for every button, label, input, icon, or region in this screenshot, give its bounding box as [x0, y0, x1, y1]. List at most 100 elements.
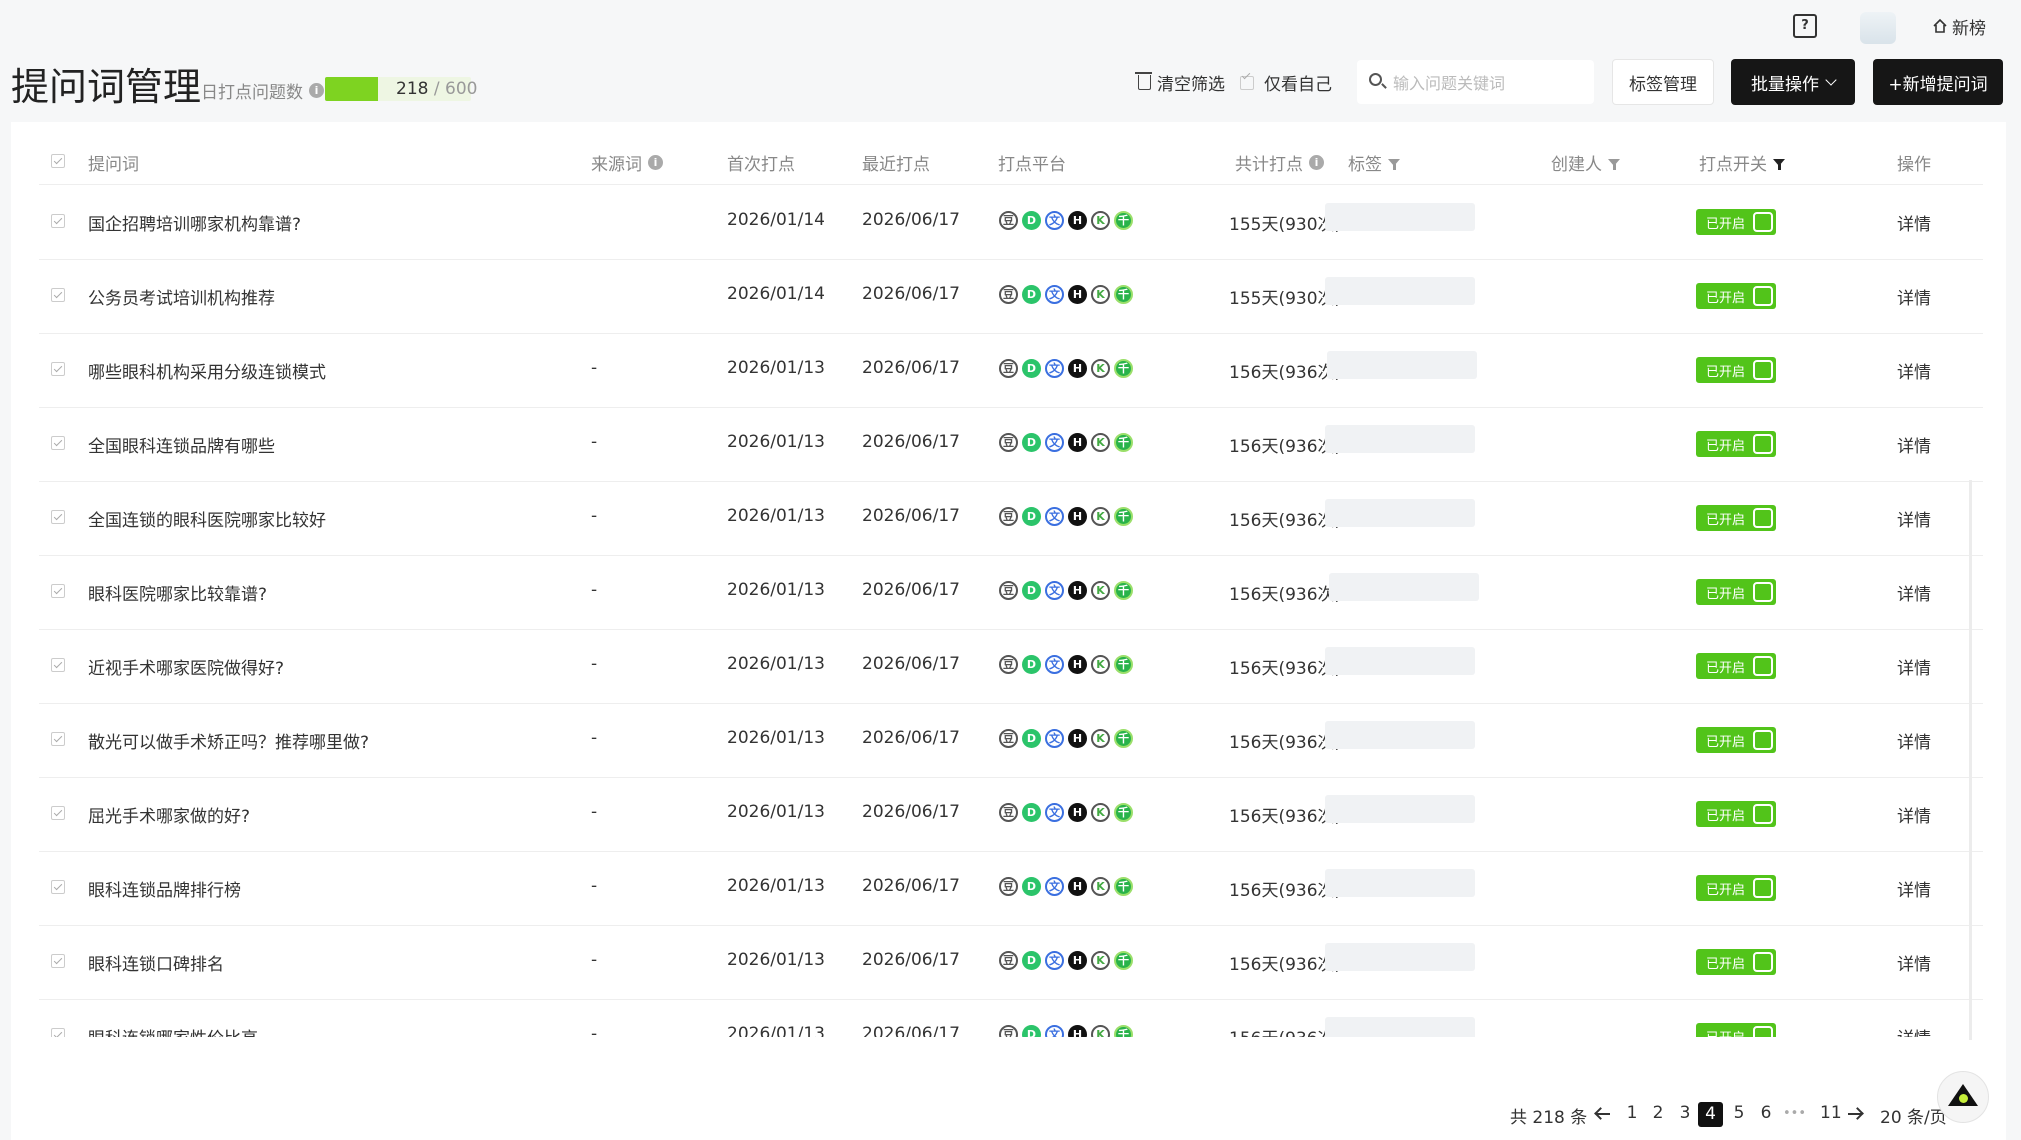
page-3[interactable]: 3 [1678, 1103, 1692, 1123]
detail-link[interactable]: 详情 [1897, 284, 1931, 309]
table-scrollbar[interactable] [1969, 480, 1972, 1040]
row-checkbox[interactable] [51, 954, 65, 968]
tag-cell [1329, 573, 1479, 601]
add-question-button[interactable]: +新增提问词 [1873, 59, 2003, 105]
question-text[interactable]: 近视手术哪家医院做得好? [88, 654, 284, 679]
home-link[interactable]: 新榜 [1932, 14, 1986, 39]
source-word: - [591, 506, 598, 526]
detail-link[interactable]: 详情 [1897, 728, 1931, 753]
page-1[interactable]: 1 [1625, 1103, 1639, 1123]
row-checkbox[interactable] [51, 658, 65, 672]
col-last-hit: 最近打点 [862, 155, 930, 175]
question-text[interactable]: 全国连锁的眼科医院哪家比较好 [88, 506, 326, 531]
filter-icon[interactable] [1388, 159, 1400, 170]
row-checkbox[interactable] [51, 436, 65, 450]
row-checkbox[interactable] [51, 1028, 65, 1037]
search-input[interactable] [1391, 70, 1585, 96]
platform-icons: 豆D文HK千 [999, 729, 1133, 748]
row-checkbox[interactable] [51, 584, 65, 598]
hit-switch-toggle[interactable]: 已开启 [1696, 949, 1776, 975]
toggle-knob [1753, 582, 1773, 602]
detail-link[interactable]: 详情 [1897, 1024, 1931, 1037]
next-page-icon[interactable] [1848, 1113, 1862, 1115]
page-4-current[interactable]: 4 [1698, 1102, 1723, 1127]
page-5[interactable]: 5 [1732, 1103, 1746, 1123]
hit-switch-toggle[interactable]: 已开启 [1696, 875, 1776, 901]
info-icon[interactable]: i [1309, 155, 1324, 170]
page-last[interactable]: 11 [1820, 1103, 1842, 1123]
detail-link[interactable]: 详情 [1897, 802, 1931, 827]
total-hits: 156天(936次) [1229, 585, 1342, 605]
checkbox-icon[interactable] [1240, 75, 1254, 90]
info-icon[interactable]: i [648, 155, 663, 170]
feedback-icon[interactable]: ? [1793, 14, 1817, 38]
question-text[interactable]: 散光可以做手术矫正吗？推荐哪里做? [88, 728, 369, 753]
hit-switch-toggle[interactable]: 已开启 [1696, 505, 1776, 531]
hit-switch-toggle[interactable]: 已开启 [1696, 727, 1776, 753]
tag-management-button[interactable]: 标签管理 [1612, 59, 1714, 105]
detail-link[interactable]: 详情 [1897, 876, 1931, 901]
row-checkbox[interactable] [51, 732, 65, 746]
hit-switch-toggle[interactable]: 已开启 [1696, 431, 1776, 457]
row-checkbox[interactable] [51, 362, 65, 376]
avatar[interactable] [1860, 12, 1896, 44]
info-icon[interactable]: i [309, 83, 324, 98]
page-2[interactable]: 2 [1651, 1103, 1665, 1123]
question-text[interactable]: 公务员考试培训机构推荐 [88, 284, 275, 309]
row-checkbox[interactable] [51, 510, 65, 524]
hit-switch-toggle[interactable]: 已开启 [1696, 209, 1776, 235]
hit-switch-toggle[interactable]: 已开启 [1696, 653, 1776, 679]
only-mine-checkbox[interactable]: 仅看自己 [1240, 70, 1332, 95]
back-to-top-button[interactable] [1937, 1071, 1989, 1123]
last-hit-date: 2026/06/17 [862, 210, 960, 230]
detail-link[interactable]: 详情 [1897, 580, 1931, 605]
hit-switch-toggle[interactable]: 已开启 [1696, 1023, 1776, 1037]
hit-switch-toggle[interactable]: 已开启 [1696, 801, 1776, 827]
filter-icon[interactable] [1608, 159, 1620, 170]
page-size-select[interactable]: 20 条/页 [1880, 1103, 1947, 1128]
batch-actions-button[interactable]: 批量操作 [1731, 59, 1855, 105]
last-hit-date: 2026/06/17 [862, 580, 960, 600]
question-text[interactable]: 眼科医院哪家比较靠谱? [88, 580, 267, 605]
detail-link[interactable]: 详情 [1897, 432, 1931, 457]
hit-switch-toggle[interactable]: 已开启 [1696, 283, 1776, 309]
page-ellipsis[interactable]: ••• [1783, 1106, 1806, 1121]
last-hit-date: 2026/06/17 [862, 728, 960, 748]
col-creator: 创建人 [1551, 150, 1620, 175]
question-text[interactable]: 眼科连锁哪家性价比高 [88, 1024, 258, 1037]
col-first-hit: 首次打点 [727, 155, 795, 175]
hit-switch-toggle[interactable]: 已开启 [1696, 579, 1776, 605]
filter-active-icon[interactable] [1773, 159, 1785, 170]
row-checkbox[interactable] [51, 880, 65, 894]
tag-cell [1325, 203, 1475, 231]
question-text[interactable]: 屈光手术哪家做的好? [88, 802, 250, 827]
page-6[interactable]: 6 [1759, 1103, 1773, 1123]
select-all-checkbox[interactable] [51, 154, 65, 168]
question-text[interactable]: 哪些眼科机构采用分级连锁模式 [88, 358, 326, 383]
qwen-icon: 千 [1114, 951, 1133, 970]
trash-icon [1135, 72, 1152, 90]
clear-filters-button[interactable]: 清空筛选 [1135, 70, 1225, 95]
detail-link[interactable]: 详情 [1897, 358, 1931, 383]
deepseek-icon: D [1022, 803, 1041, 822]
toggle-knob [1753, 434, 1773, 454]
row-checkbox[interactable] [51, 288, 65, 302]
tag-cell [1325, 647, 1475, 675]
row-checkbox[interactable] [51, 214, 65, 228]
detail-link[interactable]: 详情 [1897, 506, 1931, 531]
detail-link[interactable]: 详情 [1897, 654, 1931, 679]
question-text[interactable]: 眼科连锁口碑排名 [88, 950, 224, 975]
table-row: 眼科连锁口碑排名 -2026/01/13 2026/06/17 豆 D 文 H K 千 156天(… [39, 925, 1983, 1000]
detail-link[interactable]: 详情 [1897, 950, 1931, 975]
wenxin-icon: 文 [1045, 211, 1064, 230]
row-checkbox[interactable] [51, 806, 65, 820]
platform-icons: 豆D文HK千 [999, 803, 1133, 822]
question-text[interactable]: 眼科连锁品牌排行榜 [88, 876, 241, 901]
detail-link[interactable]: 详情 [1897, 210, 1931, 235]
question-text[interactable]: 国企招聘培训哪家机构靠谱? [88, 210, 301, 235]
hit-switch-toggle[interactable]: 已开启 [1696, 357, 1776, 383]
col-platform: 打点平台 [998, 155, 1066, 175]
first-hit-date: 2026/01/13 [727, 876, 825, 896]
question-text[interactable]: 全国眼科连锁品牌有哪些 [88, 432, 275, 457]
prev-page-icon[interactable] [1596, 1113, 1610, 1115]
